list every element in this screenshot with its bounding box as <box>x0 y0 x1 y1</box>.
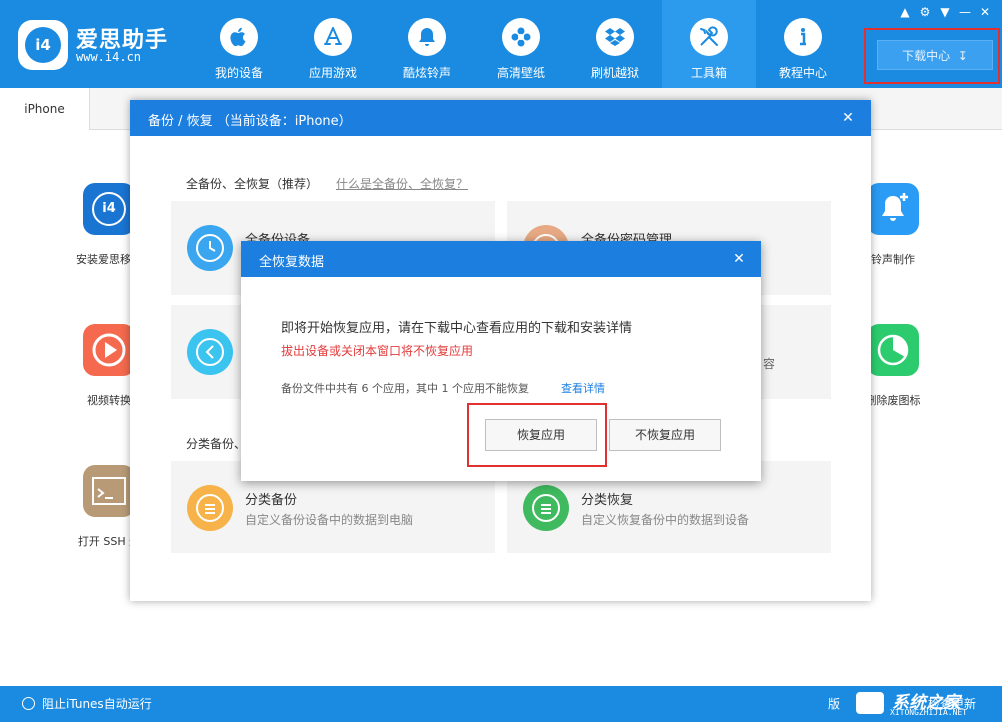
watermark: 系统之家 XITONGZHIJIA.NET <box>848 688 998 720</box>
download-center-button[interactable]: 下载中心 ↧ <box>877 40 993 70</box>
flower-icon <box>502 18 540 56</box>
full-restore-dialog: 全恢复数据 ✕ 即将开始恢复应用，请在下载中心查看应用的下载和安装详情 拔出设备… <box>241 241 761 481</box>
pie-icon <box>867 324 919 376</box>
gear-icon[interactable]: ⚙ <box>916 3 934 21</box>
backup-modal-title: 备份 / 恢复 （当前设备：iPhone） <box>148 114 352 129</box>
terminal-icon <box>83 465 135 517</box>
nav-tutorials[interactable]: 教程中心 <box>756 0 850 88</box>
minimize-icon[interactable]: — <box>956 3 974 21</box>
restore-dialog-close-icon[interactable]: ✕ <box>727 247 751 271</box>
tab-iphone[interactable]: iPhone <box>0 88 90 130</box>
app-logo: i4 <box>18 20 68 70</box>
nav-my-device[interactable]: 我的设备 <box>192 0 286 88</box>
restore-warning: 拔出设备或关闭本窗口将不恢复应用 <box>281 344 474 358</box>
brand-url: www.i4.cn <box>76 50 142 64</box>
block-itunes-toggle[interactable]: 阻止iTunes自动运行 <box>42 695 152 712</box>
radio-circle-icon[interactable] <box>22 697 35 710</box>
backup-modal-close-icon[interactable]: ✕ <box>836 106 860 130</box>
app-header: i4 爱思助手 www.i4.cn 我的设备 应用游戏 酷炫铃声 高清壁纸 刷机… <box>0 0 1002 88</box>
restore-dialog-title: 全恢复数据 <box>259 255 325 270</box>
tools-icon <box>690 18 728 56</box>
i4-app-icon: i4 <box>83 183 135 235</box>
restore-apps-button[interactable]: 恢复应用 <box>485 419 597 451</box>
version-label: 版 <box>828 697 841 711</box>
view-details-link[interactable]: 查看详情 <box>561 380 605 396</box>
dropbox-icon <box>596 18 634 56</box>
category-backup-icon <box>187 485 233 531</box>
download-arrow-icon: ↧ <box>953 49 968 63</box>
full-backup-section-title: 全备份、全恢复（推荐） <box>186 177 319 191</box>
menu-icon[interactable]: ▼ <box>936 3 954 21</box>
full-backup-help-link[interactable]: 什么是全备份、全恢复？ <box>336 175 468 192</box>
play-icon <box>83 324 135 376</box>
nav-ringtones[interactable]: 酷炫铃声 <box>380 0 474 88</box>
info-icon <box>784 18 822 56</box>
i4-logo-icon: i4 <box>25 27 61 63</box>
nav-apps-games[interactable]: 应用游戏 <box>286 0 380 88</box>
backup-modal-header: 备份 / 恢复 （当前设备：iPhone） ✕ <box>130 100 871 136</box>
skip-restore-apps-button[interactable]: 不恢复应用 <box>609 419 721 451</box>
restore-clock-icon <box>187 329 233 375</box>
shirt-icon[interactable]: ▲ <box>896 3 914 21</box>
category-section-title: 分类备份、 <box>186 437 247 451</box>
restore-message: 即将开始恢复应用，请在下载中心查看应用的下载和安装详情 <box>281 321 633 336</box>
backup-clock-icon <box>187 225 233 271</box>
category-restore-icon <box>523 485 569 531</box>
watermark-logo-icon <box>854 690 886 716</box>
app-store-icon <box>314 18 352 56</box>
nav-wallpapers[interactable]: 高清壁纸 <box>474 0 568 88</box>
nav-toolbox[interactable]: 工具箱 <box>662 0 756 88</box>
bell-plus-icon <box>867 183 919 235</box>
window-controls: ▲ ⚙ ▼ — ✕ <box>894 3 994 21</box>
close-icon[interactable]: ✕ <box>976 3 994 21</box>
restore-dialog-header: 全恢复数据 ✕ <box>241 241 761 277</box>
bell-icon <box>408 18 446 56</box>
restore-info: 备份文件中共有 6 个应用，其中 1 个应用不能恢复 <box>281 382 529 395</box>
nav-flash-jailbreak[interactable]: 刷机越狱 <box>568 0 662 88</box>
apple-icon <box>220 18 258 56</box>
